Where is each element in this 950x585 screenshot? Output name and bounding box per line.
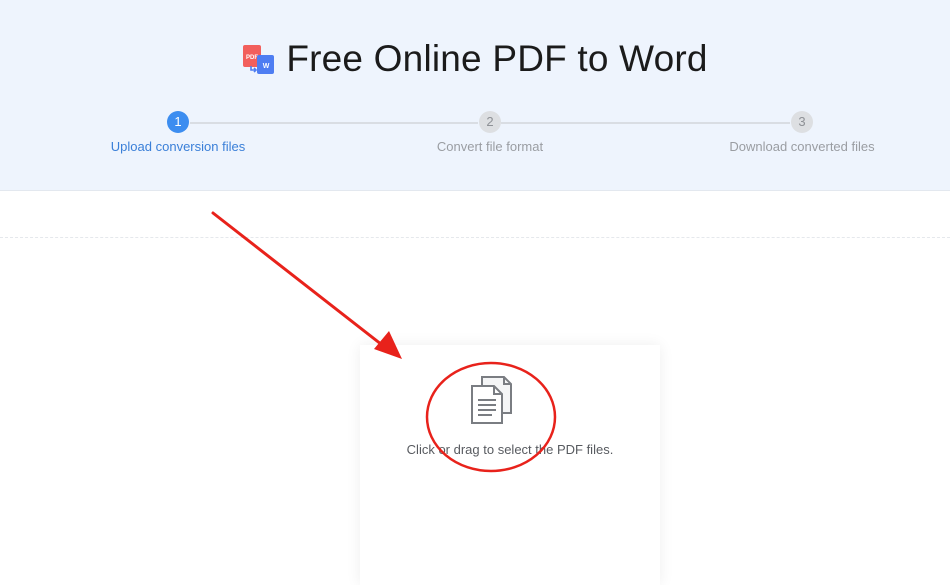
- pdf-to-word-logo-icon: PDF W: [242, 42, 276, 76]
- document-icon: [470, 375, 514, 425]
- progress-steps: 1 2 3 Upload conversion files Convert fi…: [0, 110, 950, 170]
- logo-word-text: W: [263, 63, 270, 70]
- step-1-indicator: 1: [167, 111, 189, 133]
- step-2-indicator: 2: [479, 111, 501, 133]
- step-2-label: Convert file format: [436, 139, 544, 154]
- step-3-label: Download converted files: [729, 139, 875, 154]
- step-connector-1-2: [190, 122, 478, 124]
- annotation-arrow-shaft: [211, 211, 388, 350]
- file-upload-dropzone[interactable]: Click or drag to select the PDF files.: [360, 345, 660, 585]
- logo-pdf-text: PDF: [246, 55, 258, 61]
- title-row: PDF W Free Online PDF to Word: [0, 36, 950, 82]
- section-divider: [0, 237, 950, 238]
- step-connector-2-3: [501, 122, 790, 124]
- upload-prompt: Click or drag to select the PDF files.: [406, 442, 614, 457]
- step-1-label: Upload conversion files: [110, 139, 246, 154]
- page-header: PDF W Free Online PDF to Word 1 2 3 Uplo…: [0, 0, 950, 191]
- page-title: Free Online PDF to Word: [286, 38, 708, 79]
- step-3-indicator: 3: [791, 111, 813, 133]
